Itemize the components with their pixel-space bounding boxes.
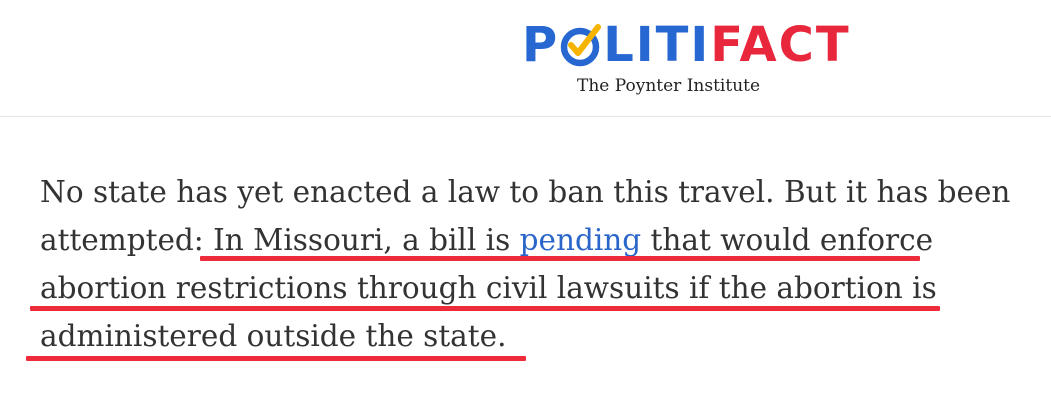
pending-link[interactable]: pending bbox=[520, 223, 642, 257]
highlight-underline-1 bbox=[200, 256, 920, 261]
page: P LITIFACT The Poynter Institute No state… bbox=[0, 0, 1051, 406]
site-header: P LITIFACT The Poynter Institute bbox=[0, 0, 1051, 117]
highlight-underline-3 bbox=[26, 356, 526, 361]
article-line-1: No state has yet enacted a law to ban th… bbox=[40, 175, 1011, 209]
article-line-2-text-after: that would enforce bbox=[641, 223, 934, 257]
article-line-4: administered outside the state. bbox=[40, 319, 507, 353]
article-paragraph: No state has yet enacted a law to ban th… bbox=[40, 168, 1030, 360]
logo-letter-p: P bbox=[522, 17, 560, 73]
highlight-underline-2 bbox=[30, 306, 940, 311]
logo-tagline: The Poynter Institute bbox=[577, 76, 761, 96]
check-circle-icon bbox=[560, 23, 602, 67]
article-line-3: abortion restrictions through civil laws… bbox=[40, 271, 937, 305]
logo-letters-liti: LITI bbox=[603, 17, 711, 73]
politifact-logo[interactable]: P LITIFACT bbox=[522, 14, 849, 76]
logo-wordmark: P LITIFACT bbox=[522, 14, 851, 76]
logo-letters-fact: FACT bbox=[710, 17, 851, 73]
article-line-2-text-before: attempted: In Missouri, a bill is bbox=[40, 223, 520, 257]
